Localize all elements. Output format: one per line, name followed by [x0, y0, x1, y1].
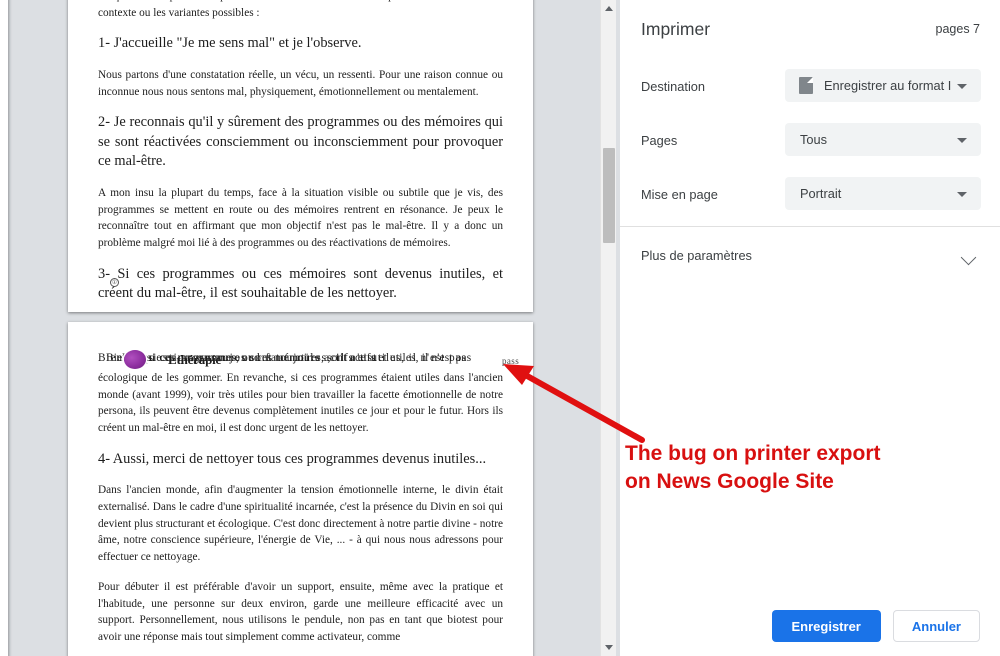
- screenshot-root: e c l e - a - e chaque fois la phrase du…: [0, 0, 1000, 656]
- glitch-layer-e: pass: [502, 356, 520, 366]
- doc-heading: 4- Aussi, merci de nettoyer tous ces pro…: [98, 450, 487, 467]
- pages-select[interactable]: Tous: [785, 123, 981, 156]
- doc-paragraph: Pour débuter il est préférable d'avoir u…: [98, 580, 503, 643]
- scroll-up-arrow-icon[interactable]: [601, 0, 617, 17]
- setting-label-destination: Destination: [641, 79, 706, 94]
- layout-value: Portrait: [800, 186, 842, 201]
- glitch-layer-c: Ethérapie: [168, 352, 222, 367]
- setting-row-destination: Destination Enregistrer au format I: [620, 69, 1000, 109]
- destination-select[interactable]: Enregistrer au format I: [785, 69, 981, 102]
- print-preview-area[interactable]: e c l e - a - e chaque fois la phrase du…: [0, 0, 620, 656]
- preview-scrollbar[interactable]: [600, 0, 616, 656]
- chevron-down-icon[interactable]: [953, 185, 971, 203]
- setting-row-layout: Mise en page Portrait: [620, 177, 1000, 217]
- panel-divider: [620, 226, 1000, 227]
- chevron-down-icon[interactable]: [962, 250, 978, 266]
- chevron-down-icon[interactable]: [953, 77, 971, 95]
- setting-row-pages: Pages Tous: [620, 123, 1000, 163]
- chevron-down-icon[interactable]: [953, 131, 971, 149]
- doc-heading: 3- Si ces programmes ou ces mémoires son…: [98, 265, 503, 302]
- page-count-label: pages 7: [935, 22, 980, 36]
- render-artifact-circle-icon: ①: [110, 277, 119, 287]
- preview-page-1-content: chaque fois la phrase du protocole minim…: [68, 0, 533, 304]
- glitched-overlapping-text-line: Bien sûr si ces programmes sont toujours…: [98, 350, 519, 369]
- doc-heading: 1- J'accueille "Je me sens mal" et je l'…: [98, 35, 362, 52]
- dialog-actions: Enregistrer Annuler: [771, 610, 980, 642]
- offscreen-page-sliver: e c l e - a - e: [0, 0, 8, 656]
- save-button[interactable]: Enregistrer: [771, 610, 881, 642]
- document-icon: [799, 77, 813, 94]
- setting-label-pages: Pages: [641, 133, 678, 148]
- preview-page-2-content: Bien sûr si ces programmes sont toujours…: [68, 322, 533, 646]
- doc-paragraph: chaque fois la phrase du protocole minim…: [98, 0, 503, 19]
- doc-paragraph: écologique de les gommer. En revanche, s…: [98, 372, 503, 435]
- preview-page-2[interactable]: Bien sûr si ces programmes sont toujours…: [68, 322, 533, 656]
- scroll-down-arrow-icon[interactable]: [601, 639, 617, 656]
- layout-select[interactable]: Portrait: [785, 177, 981, 210]
- cancel-button[interactable]: Annuler: [892, 610, 980, 642]
- pages-value: Tous: [800, 132, 828, 147]
- preview-page-1[interactable]: chaque fois la phrase du protocole minim…: [68, 0, 533, 312]
- print-dialog-header: Imprimer pages 7: [620, 0, 1000, 62]
- doc-paragraph: A mon insu la plupart du temps, face à l…: [98, 186, 503, 249]
- more-settings-label: Plus de paramètres: [641, 248, 752, 263]
- doc-paragraph: Dans l'ancien monde, afin d'augmenter la…: [98, 484, 503, 564]
- doc-paragraph: Nous partons d'une constatation réelle, …: [98, 68, 503, 98]
- print-dialog-panel: Imprimer pages 7 Destination Enregistrer…: [620, 0, 1000, 656]
- setting-label-layout: Mise en page: [641, 187, 718, 202]
- purple-logo-artifact-icon: [124, 350, 146, 369]
- doc-heading: 2- Je reconnais qu'il y sûrement des pro…: [98, 114, 503, 170]
- more-settings-toggle[interactable]: Plus de paramètres: [620, 238, 1000, 278]
- page-title: Imprimer: [641, 19, 711, 39]
- scrollbar-thumb[interactable]: [603, 148, 615, 243]
- glitch-layer-d: En question on aujourd faut utiles, il n…: [122, 352, 378, 364]
- destination-value: Enregistrer au format I: [824, 78, 952, 93]
